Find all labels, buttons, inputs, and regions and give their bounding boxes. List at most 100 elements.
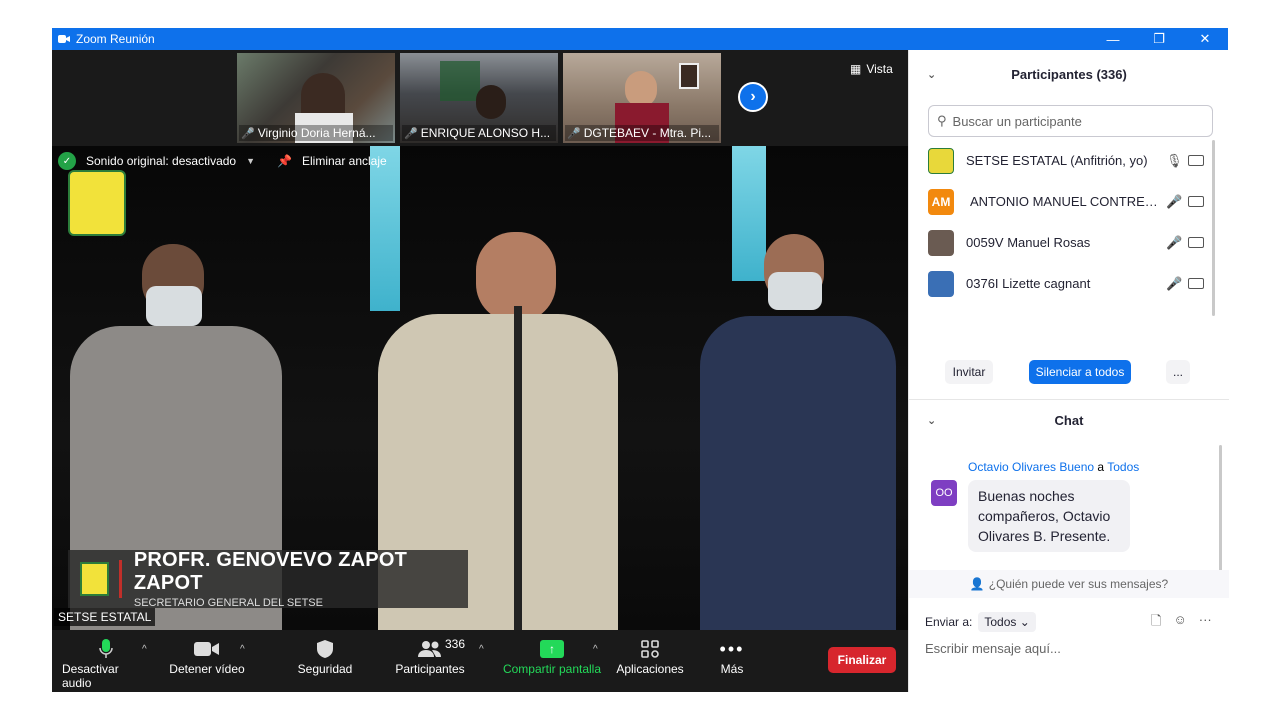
share-screen-label: Compartir pantalla: [502, 662, 602, 676]
mute-audio-label: Desactivar audio: [62, 662, 119, 690]
camera-icon[interactable]: [1188, 278, 1204, 289]
security-shield-icon: [316, 636, 334, 662]
pin-icon: 📌: [277, 154, 292, 168]
microphone-icon: [99, 636, 113, 662]
muted-mic-icon[interactable]: 🎤: [1166, 276, 1182, 292]
camera-icon[interactable]: [1188, 237, 1204, 248]
muted-mic-icon: 🎤: [567, 127, 581, 140]
stop-video-button[interactable]: Detener vídeo: [168, 636, 246, 676]
restore-button[interactable]: ❐: [1136, 28, 1182, 50]
avatar: [928, 270, 954, 297]
participant-row[interactable]: 0059V Manuel Rosas 🎤: [909, 222, 1221, 263]
caption-role: SECRETARIO GENERAL DEL SETSE: [133, 597, 323, 609]
chat-message-input[interactable]: Escribir mensaje aquí...: [925, 641, 1061, 656]
message-text: Buenas noches compañeros, Octavio Olivar…: [968, 480, 1130, 552]
video-overlay-bar: ✓ Sonido original: desactivado ▼ 📌 Elimi…: [58, 152, 387, 170]
message-header: Octavio Olivares Bueno a Todos: [968, 460, 1139, 474]
chat-scrollbar[interactable]: [1219, 445, 1222, 571]
camera-icon[interactable]: [1188, 155, 1204, 166]
muted-mic-icon[interactable]: 🎤: [1166, 235, 1182, 251]
participant-name: ANTONIO MANUEL CONTRERAS: [970, 194, 1166, 209]
caption-accent-bar: [118, 560, 122, 598]
view-button[interactable]: ▦ Vista: [850, 62, 893, 76]
security-label: Seguridad: [297, 662, 353, 676]
recipient-dropdown[interactable]: Todos ⌄: [978, 612, 1036, 632]
muted-mic-icon: 🎤: [404, 127, 418, 140]
muted-mic-icon[interactable]: 🎤: [1166, 194, 1182, 210]
participant-thumbnail[interactable]: 🎤 DGTEBAEV - Mtra. Pi...: [563, 53, 721, 143]
participant-thumbnail[interactable]: 🎤 Virginio Doria Herná...: [237, 53, 395, 143]
participant-row[interactable]: 0376I Lizette cagnant 🎤: [909, 263, 1221, 304]
shield-check-icon: ✓: [58, 152, 76, 170]
thumbnail-name: Virginio Doria Herná...: [257, 126, 376, 140]
more-button[interactable]: ••• Más: [712, 636, 752, 677]
more-dots-icon: •••: [719, 638, 745, 659]
mute-all-button[interactable]: Silenciar a todos: [1029, 360, 1131, 384]
participants-header: ⌄ Participantes (336): [909, 54, 1229, 94]
send-to-label: Enviar a:: [925, 615, 973, 629]
message-recipient[interactable]: Todos: [1107, 460, 1139, 474]
participants-options-caret[interactable]: ^: [479, 644, 484, 655]
participant-row[interactable]: AM ANTONIO MANUEL CONTRERAS 🎤: [909, 181, 1221, 222]
share-screen-button[interactable]: ↑ Compartir pantalla: [502, 636, 602, 676]
participant-row[interactable]: SETSE ESTATAL (Anfitrión, yo) 🎙: [909, 140, 1221, 181]
side-panel: ⌄ Participantes (336) ⚲ Buscar un partic…: [908, 50, 1229, 692]
zoom-logo-icon: [58, 35, 70, 43]
thumbnail-name: ENRIQUE ALONSO H...: [420, 126, 551, 140]
recipient-value: Todos: [984, 615, 1017, 629]
chat-tools: 🗋 ☺ ···: [1151, 612, 1212, 634]
audio-options-caret[interactable]: ^: [142, 644, 147, 655]
original-sound-status[interactable]: Sonido original: desactivado: [86, 154, 236, 168]
title-bar: Zoom Reunión — ❐ ✕: [52, 28, 1228, 50]
collapse-chevron-icon[interactable]: ⌄: [927, 68, 936, 81]
camera-icon[interactable]: [1188, 196, 1204, 207]
grid-icon: ▦: [850, 62, 862, 76]
participant-thumbnail[interactable]: 🎤 ENRIQUE ALONSO H...: [400, 53, 558, 143]
message-sender[interactable]: Octavio Olivares Bueno: [968, 460, 1094, 474]
participants-title: Participantes (336): [1011, 66, 1127, 82]
invite-button[interactable]: Invitar: [945, 360, 993, 384]
participant-search-input[interactable]: ⚲ Buscar un participante: [928, 105, 1213, 137]
share-options-caret[interactable]: ^: [593, 644, 598, 655]
active-speaker-video: ✓ Sonido original: desactivado ▼ 📌 Elimi…: [52, 146, 908, 630]
apps-button[interactable]: Aplicaciones: [615, 636, 685, 676]
video-camera-icon: [194, 636, 220, 662]
who-can-see-link[interactable]: 👤 ¿Quién puede ver sus mensajes?: [909, 570, 1229, 598]
participant-actions: Invitar Silenciar a todos ...: [909, 360, 1229, 390]
end-meeting-button[interactable]: Finalizar: [828, 647, 896, 673]
close-button[interactable]: ✕: [1182, 28, 1228, 50]
participants-icon: [418, 636, 442, 662]
mute-audio-button[interactable]: Desactivar audio: [62, 636, 150, 690]
next-page-button[interactable]: ›: [738, 82, 768, 112]
file-icon[interactable]: 🗋: [1151, 612, 1161, 634]
collapse-chevron-icon[interactable]: ⌄: [927, 414, 936, 427]
avatar: AM: [928, 188, 954, 215]
caption-name: PROFR. GENOVEVO ZAPOT ZAPOT: [133, 549, 407, 594]
minimize-button[interactable]: —: [1090, 28, 1136, 50]
chevron-down-icon[interactable]: ▼: [246, 156, 255, 166]
speaker-name-label: SETSE ESTATAL: [54, 608, 156, 626]
avatar: [928, 147, 954, 174]
person-icon: 👤: [969, 577, 985, 591]
chat-header: ⌄ Chat: [909, 400, 1229, 440]
security-button[interactable]: Seguridad: [292, 636, 358, 676]
emoji-icon[interactable]: ☺: [1173, 612, 1186, 634]
setse-logo: [80, 562, 109, 596]
thumbnail-strip: 🎤 Virginio Doria Herná... 🎤 ENRIQUE ALONSO…: [52, 50, 908, 146]
microphone-icon[interactable]: 🎙: [1166, 153, 1183, 169]
muted-mic-icon: 🎤: [241, 127, 255, 140]
apps-label: Aplicaciones: [616, 662, 684, 676]
search-icon: ⚲: [937, 113, 947, 128]
more-dots-icon[interactable]: ···: [1199, 612, 1212, 634]
share-arrow-icon: ↑: [540, 640, 564, 658]
participant-list-scrollbar[interactable]: [1212, 140, 1215, 316]
video-options-caret[interactable]: ^: [240, 644, 245, 655]
more-options-button[interactable]: ...: [1166, 360, 1190, 384]
video-area: 🎤 Virginio Doria Herná... 🎤 ENRIQUE ALONSO…: [52, 50, 908, 692]
participant-count: 336: [445, 637, 466, 651]
view-label: Vista: [866, 62, 893, 76]
meeting-toolbar: Desactivar audio ^ Detener vídeo ^ Segur…: [52, 630, 908, 692]
chevron-down-icon: ⌄: [1019, 615, 1030, 629]
unpin-button[interactable]: Eliminar anclaje: [302, 154, 387, 168]
apps-icon: [641, 636, 659, 662]
